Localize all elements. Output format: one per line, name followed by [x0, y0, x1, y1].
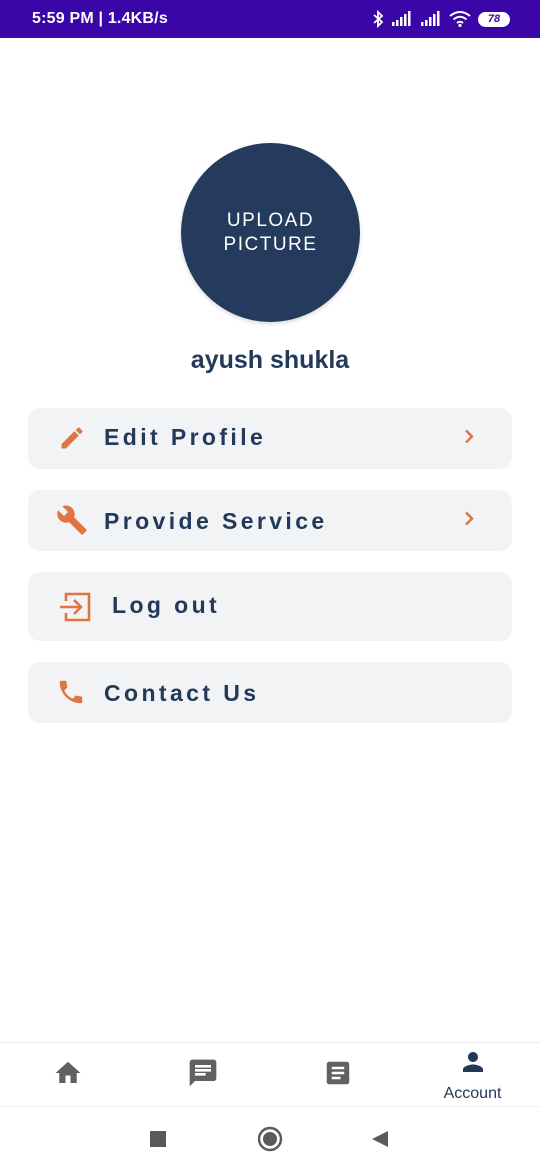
user-name: ayush shukla [190, 346, 350, 374]
bottom-navigation: Account [0, 1042, 540, 1106]
home-button[interactable] [257, 1126, 283, 1157]
pencil-icon [58, 424, 86, 452]
contact-us-button[interactable]: Contact Us [28, 662, 512, 723]
logout-button[interactable]: Log out [28, 572, 512, 641]
status-time-speed: 5:59 PM | 1.4KB/s [32, 10, 168, 27]
recent-apps-button[interactable] [149, 1130, 167, 1153]
chat-icon [187, 1057, 219, 1094]
phone-icon [56, 677, 86, 707]
edit-profile-label: Edit Profile [104, 424, 267, 450]
nav-chat[interactable] [135, 1043, 270, 1107]
upload-label-line2: PICTURE [223, 233, 318, 255]
wrench-icon [56, 504, 88, 536]
nav-account[interactable]: Account [405, 1043, 540, 1107]
upload-picture-button[interactable]: UPLOAD PICTURE [181, 143, 360, 322]
back-button[interactable] [370, 1129, 390, 1154]
person-icon [458, 1047, 488, 1082]
status-bar: 5:59 PM | 1.4KB/s 78 [0, 0, 540, 38]
home-icon [53, 1058, 83, 1093]
edit-profile-button[interactable]: Edit Profile [28, 408, 512, 469]
account-screen: 5:59 PM | 1.4KB/s 78 UPLOAD PICTURE ayus… [0, 0, 540, 1170]
nav-documents[interactable] [270, 1043, 405, 1107]
nav-home[interactable] [0, 1043, 135, 1107]
signal-icon [420, 11, 442, 27]
chevron-right-icon [462, 427, 476, 450]
system-navigation-bar [0, 1106, 540, 1170]
contact-us-label: Contact Us [104, 680, 260, 706]
chevron-right-icon [462, 509, 476, 532]
signal-icon [391, 11, 413, 27]
status-icons: 78 [372, 10, 510, 28]
bluetooth-icon [372, 10, 384, 28]
battery-icon: 78 [478, 11, 510, 27]
document-icon [323, 1058, 353, 1093]
logout-label: Log out [112, 592, 221, 618]
upload-label-line1: UPLOAD [226, 209, 315, 231]
logout-icon [58, 590, 92, 624]
provide-service-button[interactable]: Provide Service [28, 490, 512, 551]
nav-account-label: Account [443, 1085, 502, 1102]
provide-service-label: Provide Service [104, 508, 328, 534]
wifi-icon [449, 11, 471, 27]
